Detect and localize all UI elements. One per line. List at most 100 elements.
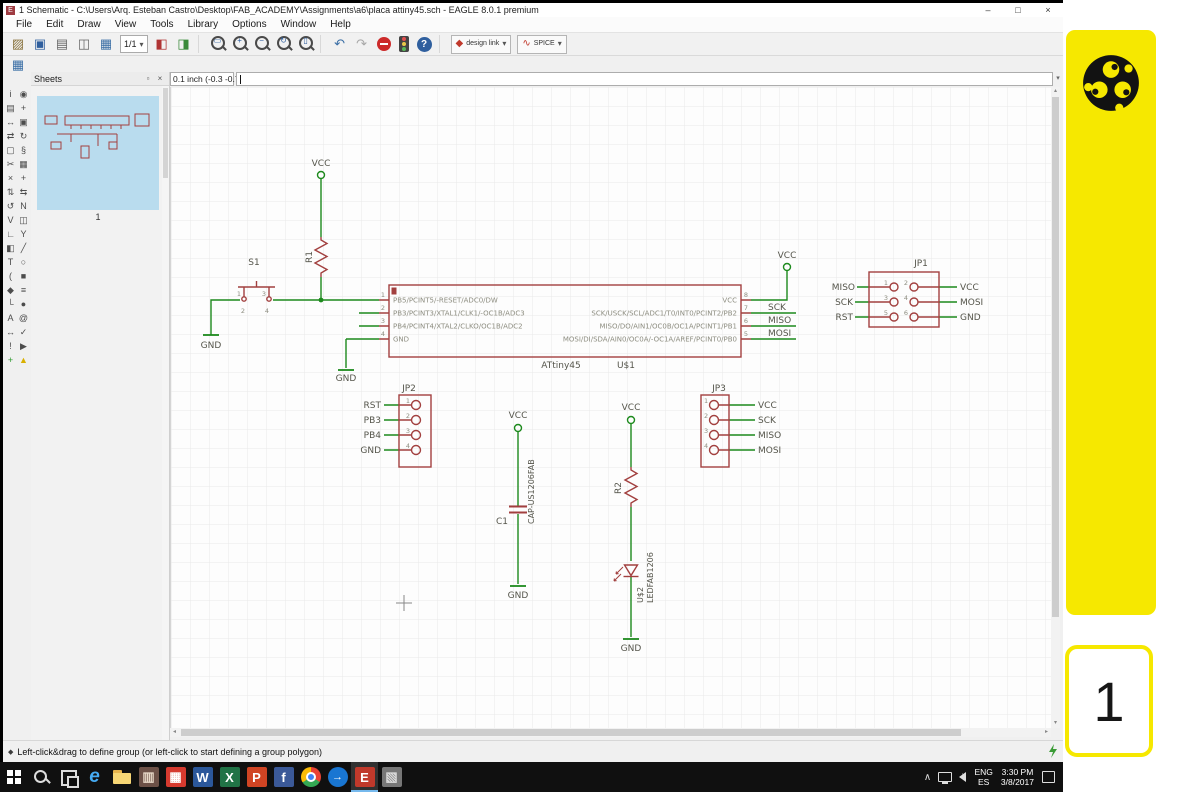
- menu-library[interactable]: Library: [181, 19, 226, 30]
- menu-options[interactable]: Options: [225, 19, 273, 30]
- menu-window[interactable]: Window: [274, 19, 324, 30]
- layers-icon[interactable]: ◨: [174, 34, 194, 54]
- tool-junction[interactable]: ●: [17, 297, 30, 311]
- tool-smash[interactable]: ◫: [17, 213, 30, 227]
- tool-errors[interactable]: !: [4, 339, 17, 353]
- tool-erc[interactable]: ✓: [17, 325, 30, 339]
- tool-gateswap[interactable]: ⇆: [17, 185, 30, 199]
- zoom-fit-icon[interactable]: ▭: [208, 34, 228, 54]
- tool-cut[interactable]: ✂: [4, 157, 17, 171]
- minimize-button[interactable]: –: [973, 3, 1003, 17]
- erc-ok-icon[interactable]: +: [4, 353, 17, 367]
- clock[interactable]: 3:30 PM 3/8/2017: [1001, 767, 1034, 787]
- tool-show[interactable]: ◉: [17, 87, 30, 101]
- tool-net[interactable]: └: [4, 297, 17, 311]
- notes-icon[interactable]: ▧: [378, 762, 405, 792]
- start-button[interactable]: [0, 762, 27, 792]
- language-indicator[interactable]: ENG ES: [974, 767, 992, 787]
- vertical-scrollbar[interactable]: ▴ ▾: [1051, 87, 1060, 728]
- tool-replace[interactable]: ↺: [4, 199, 17, 213]
- dock-panel-icon[interactable]: ▫: [142, 74, 154, 83]
- tool-info[interactable]: i: [4, 87, 17, 101]
- tool-polygon[interactable]: ◆: [4, 283, 17, 297]
- action-center-icon[interactable]: [1042, 771, 1055, 783]
- tool-paste[interactable]: ▦: [17, 157, 30, 171]
- file-explorer-icon[interactable]: [108, 762, 135, 792]
- tool-arc[interactable]: (: [4, 269, 17, 283]
- tool-copy[interactable]: ▣: [17, 115, 30, 129]
- tool-invoke[interactable]: ◧: [4, 241, 17, 255]
- close-button[interactable]: ×: [1033, 3, 1063, 17]
- sheet-selector[interactable]: 1/1: [120, 35, 148, 53]
- edge-icon[interactable]: e: [81, 762, 108, 792]
- tool-group[interactable]: ▢: [4, 143, 17, 157]
- menu-file[interactable]: File: [9, 19, 39, 30]
- tool-wire[interactable]: ╱: [17, 241, 30, 255]
- grid-settings-icon[interactable]: ▦: [8, 55, 28, 75]
- tool-move[interactable]: ↔: [4, 115, 17, 129]
- design-link-button[interactable]: ◆ design link: [450, 34, 512, 54]
- traffic-light-icon[interactable]: [398, 36, 409, 52]
- command-dropdown-icon[interactable]: ▾: [1053, 72, 1063, 86]
- task-view-button[interactable]: [54, 762, 81, 792]
- menu-view[interactable]: View: [108, 19, 144, 30]
- tool-text[interactable]: T: [4, 255, 17, 269]
- app-tile-icon[interactable]: ▦: [162, 762, 189, 792]
- spice-button[interactable]: ∿ SPICE: [517, 34, 567, 54]
- print-icon[interactable]: ▤: [52, 34, 72, 54]
- zoom-select-icon[interactable]: ▯: [296, 34, 316, 54]
- tool-rotate[interactable]: ↻: [17, 129, 30, 143]
- export-image-icon[interactable]: ◫: [74, 34, 94, 54]
- tool-label[interactable]: A: [4, 311, 17, 325]
- tool-name[interactable]: N: [17, 199, 30, 213]
- chrome-icon[interactable]: [297, 762, 324, 792]
- tool-delete[interactable]: ×: [4, 171, 17, 185]
- tool-split[interactable]: Y: [17, 227, 30, 241]
- redo-icon[interactable]: ↷: [352, 34, 372, 54]
- warning-icon[interactable]: ▲: [17, 353, 30, 367]
- menu-draw[interactable]: Draw: [70, 19, 107, 30]
- close-panel-icon[interactable]: ×: [154, 74, 166, 83]
- tool-run[interactable]: ▶: [17, 339, 30, 353]
- powerpoint-icon[interactable]: P: [243, 762, 270, 792]
- menu-tools[interactable]: Tools: [143, 19, 180, 30]
- tray-expand-icon[interactable]: ∧: [919, 772, 935, 783]
- tool-pinswap[interactable]: ⇅: [4, 185, 17, 199]
- sheets-scrollbar[interactable]: [162, 86, 169, 740]
- word-icon[interactable]: W: [189, 762, 216, 792]
- onedrive-icon[interactable]: →: [324, 762, 351, 792]
- volume-muted-icon[interactable]: [959, 771, 967, 782]
- tool-bus[interactable]: ≡: [17, 283, 30, 297]
- tool-value[interactable]: V: [4, 213, 17, 227]
- open-icon[interactable]: ▨: [8, 34, 28, 54]
- grid-icon[interactable]: ▦: [96, 34, 116, 54]
- tool-display[interactable]: ▤: [4, 101, 17, 115]
- search-button[interactable]: [27, 762, 54, 792]
- network-icon[interactable]: [938, 772, 953, 784]
- maximize-button[interactable]: □: [1003, 3, 1033, 17]
- zoom-redraw-icon[interactable]: ↻: [274, 34, 294, 54]
- tool-rect[interactable]: ■: [17, 269, 30, 283]
- store-icon[interactable]: ▥: [135, 762, 162, 792]
- horizontal-scrollbar[interactable]: ◂ ▸: [170, 728, 1051, 737]
- layer-settings-icon[interactable]: ◧: [152, 34, 172, 54]
- tool-dimension[interactable]: ↔: [4, 325, 17, 339]
- zoom-out-icon[interactable]: −: [252, 34, 272, 54]
- menu-edit[interactable]: Edit: [39, 19, 70, 30]
- tool-miter[interactable]: ∟: [4, 227, 17, 241]
- undo-icon[interactable]: ↶: [330, 34, 350, 54]
- sheet-thumbnail[interactable]: [37, 96, 159, 210]
- tool-circle[interactable]: ○: [17, 255, 30, 269]
- menu-help[interactable]: Help: [323, 19, 358, 30]
- tool-change[interactable]: §: [17, 143, 30, 157]
- tool-mirror[interactable]: ⇄: [4, 129, 17, 143]
- help-icon[interactable]: ?: [416, 36, 432, 52]
- save-icon[interactable]: ▣: [30, 34, 50, 54]
- tool-mark[interactable]: +: [17, 101, 30, 115]
- command-input[interactable]: [236, 72, 1053, 86]
- schematic-canvas[interactable]: VCC VCC VCC VCC GND GND GND GND S1 R1 AT…: [170, 87, 1052, 728]
- tool-add[interactable]: +: [17, 171, 30, 185]
- stop-icon[interactable]: [376, 37, 391, 51]
- tool-attribute[interactable]: @: [17, 311, 30, 325]
- zoom-in-icon[interactable]: +: [230, 34, 250, 54]
